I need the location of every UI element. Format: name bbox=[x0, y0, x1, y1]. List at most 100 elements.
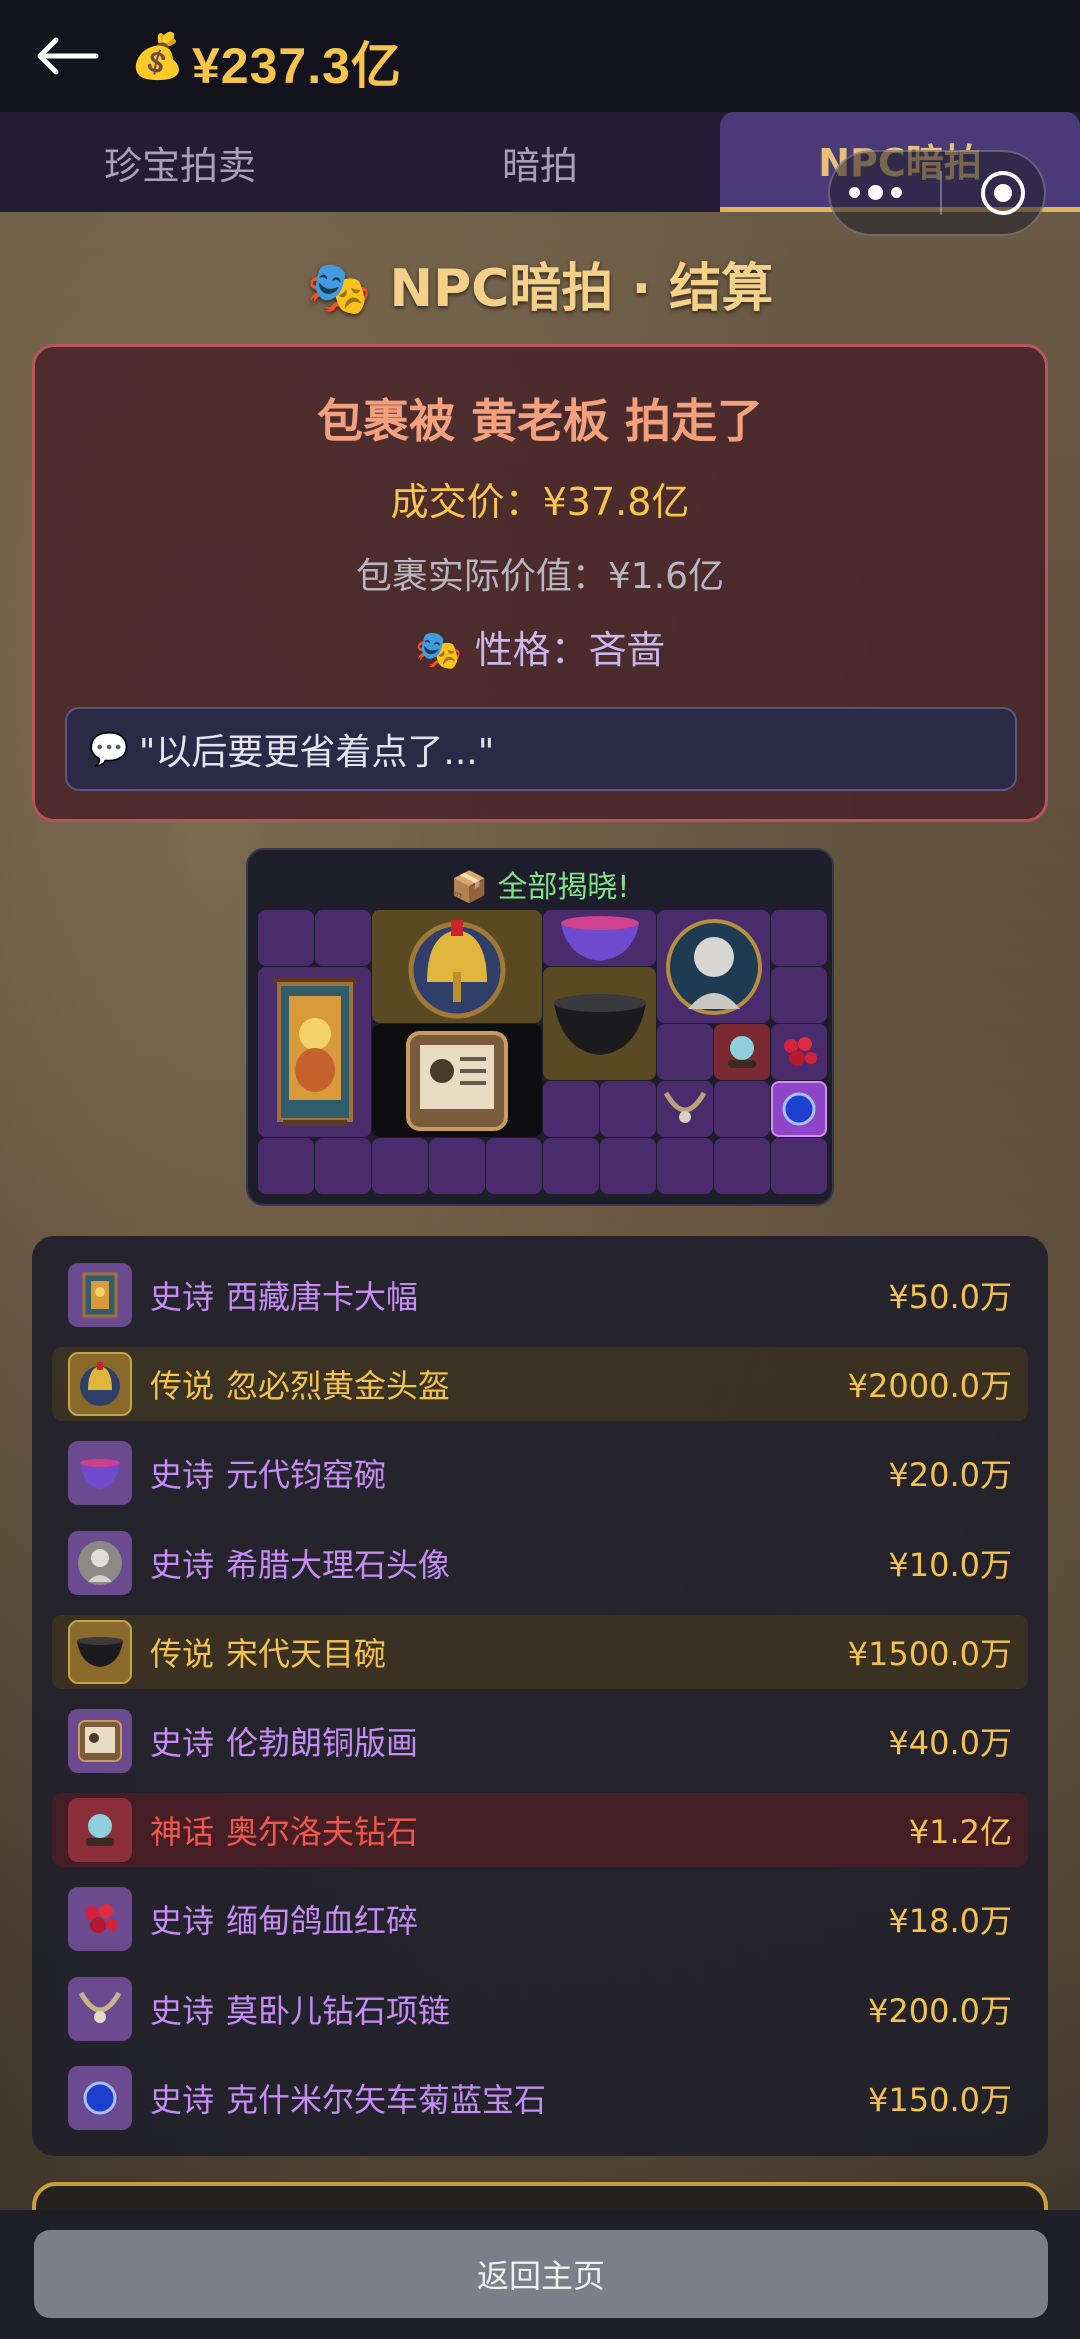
grid-cell bbox=[771, 1138, 827, 1194]
item-name: 史诗 克什米尔矢车菊蓝宝石 bbox=[150, 2075, 868, 2121]
item-name: 传说 宋代天目碗 bbox=[150, 1629, 848, 1675]
grid-cell bbox=[486, 1138, 542, 1194]
page-title: 🎭 NPC暗拍 · 结算 bbox=[0, 246, 1080, 321]
etching-icon bbox=[372, 1024, 542, 1137]
npc-trait-text: 性格：吝啬 bbox=[474, 628, 665, 672]
item-name: 传说 忽必烈黄金头盔 bbox=[150, 1361, 848, 1407]
item-tier: 传说 bbox=[150, 1634, 215, 1673]
list-item[interactable]: 史诗 伦勃朗铜版画 ¥40.0万 bbox=[52, 1704, 1028, 1778]
list-item[interactable]: 史诗 缅甸鸽血红碎 ¥18.0万 bbox=[52, 1882, 1028, 1956]
item-tier: 史诗 bbox=[150, 1545, 215, 1584]
item-name-text: 西藏唐卡大幅 bbox=[226, 1278, 419, 1316]
item-price: ¥50.0万 bbox=[888, 1278, 1012, 1316]
page-title-text: NPC暗拍 · 结算 bbox=[389, 259, 774, 319]
package-icon: 📦 bbox=[450, 870, 488, 905]
result-title: 包裹被 黄老板 拍走了 bbox=[316, 394, 764, 448]
item-price: ¥1500.0万 bbox=[847, 1634, 1012, 1673]
grid-cell bbox=[600, 1081, 656, 1137]
item-name-text: 忽必烈黄金头盔 bbox=[226, 1367, 451, 1406]
item-price: ¥200.0万 bbox=[868, 1991, 1012, 2030]
list-item[interactable]: 史诗 克什米尔矢车菊蓝宝石 ¥150.0万 bbox=[52, 2061, 1028, 2135]
grid-cell bbox=[315, 1138, 371, 1194]
item-price: ¥18.0万 bbox=[888, 1902, 1012, 1941]
npc-quote: 💬 "以后要更省着点了..." bbox=[65, 707, 1017, 791]
bowl-icon bbox=[543, 910, 656, 966]
top-bar: 💰 ¥237.3亿 bbox=[0, 0, 1080, 112]
item-price: ¥20.0万 bbox=[888, 1456, 1012, 1495]
item-name: 史诗 希腊大理石头像 bbox=[150, 1540, 888, 1586]
capsule-divider bbox=[940, 171, 943, 215]
ruby-icon bbox=[771, 1024, 827, 1080]
list-item[interactable]: 史诗 希腊大理石头像 ¥10.0万 bbox=[52, 1526, 1028, 1600]
black-bowl-icon bbox=[543, 967, 656, 1080]
necklace-icon bbox=[68, 1976, 132, 2041]
item-name-text: 伦勃朗铜版画 bbox=[226, 1724, 419, 1762]
item-tier: 史诗 bbox=[150, 1456, 215, 1495]
grid-cell bbox=[771, 967, 827, 1023]
item-tier: 传说 bbox=[150, 1367, 215, 1406]
item-price: ¥40.0万 bbox=[888, 1724, 1012, 1762]
item-name-text: 克什米尔矢车菊蓝宝石 bbox=[226, 2080, 547, 2119]
grid-cell bbox=[258, 1138, 314, 1194]
grid-cell bbox=[714, 1081, 770, 1137]
list-item[interactable]: 史诗 西藏唐卡大幅 ¥50.0万 bbox=[52, 1258, 1028, 1332]
necklace-icon bbox=[657, 1081, 713, 1137]
list-item[interactable]: 神话 奥尔洛夫钻石 ¥1.2亿 bbox=[52, 1793, 1028, 1868]
item-tier: 史诗 bbox=[150, 1278, 215, 1316]
grid-cell bbox=[258, 910, 314, 966]
grid-cell bbox=[657, 1138, 713, 1194]
grid-cell bbox=[771, 910, 827, 966]
item-tier: 史诗 bbox=[150, 2080, 215, 2119]
reveal-panel: 📦 全部揭晓! bbox=[246, 848, 834, 1206]
grid-cell bbox=[543, 1138, 599, 1194]
grid-cell bbox=[714, 1138, 770, 1194]
diamond-icon bbox=[68, 1798, 132, 1863]
etching-icon bbox=[68, 1709, 132, 1773]
item-name-text: 希腊大理石头像 bbox=[226, 1545, 451, 1584]
helmet-icon bbox=[372, 910, 542, 1023]
item-name: 史诗 缅甸鸽血红碎 bbox=[150, 1896, 888, 1942]
money-bag-icon: 💰 bbox=[130, 31, 185, 82]
back-arrow-icon[interactable] bbox=[34, 36, 100, 76]
item-tier: 史诗 bbox=[150, 1902, 215, 1941]
close-target-icon[interactable] bbox=[980, 171, 1025, 215]
item-name-text: 莫卧儿钻石项链 bbox=[226, 1991, 451, 2030]
result-card: 包裹被 黄老板 拍走了 成交价：¥37.8亿 包裹实际价值：¥1.6亿 🎭 性格… bbox=[32, 344, 1048, 822]
actual-value: 包裹实际价值：¥1.6亿 bbox=[355, 556, 725, 597]
grid-cell bbox=[315, 910, 371, 966]
list-item[interactable]: 史诗 元代钧窑碗 ¥20.0万 bbox=[52, 1436, 1028, 1510]
grid-cell bbox=[543, 1081, 599, 1137]
sapphire-icon bbox=[771, 1081, 827, 1137]
diamond-icon bbox=[714, 1024, 770, 1080]
item-list: 史诗 西藏唐卡大幅 ¥50.0万 传说 忽必烈黄金头盔 ¥2000.0万 史诗 元代钧窑碗 ¥2… bbox=[32, 1236, 1048, 2156]
npc-quote-text: "以后要更省着点了..." bbox=[138, 732, 495, 773]
list-item[interactable]: 传说 忽必烈黄金头盔 ¥2000.0万 bbox=[52, 1347, 1028, 1422]
speech-bubble-icon: 💬 bbox=[89, 730, 129, 768]
bust-icon bbox=[68, 1530, 132, 1595]
black-bowl-icon bbox=[68, 1619, 132, 1684]
item-name: 史诗 西藏唐卡大幅 bbox=[150, 1272, 888, 1318]
return-home-button[interactable]: 返回主页 bbox=[34, 2230, 1048, 2318]
item-name: 史诗 伦勃朗铜版画 bbox=[150, 1718, 888, 1764]
item-name: 史诗 莫卧儿钻石项链 bbox=[150, 1986, 868, 2032]
sapphire-icon bbox=[68, 2065, 132, 2130]
item-price: ¥150.0万 bbox=[868, 2080, 1012, 2119]
list-item[interactable]: 传说 宋代天目碗 ¥1500.0万 bbox=[52, 1614, 1028, 1689]
money-balance: ¥237.3亿 bbox=[192, 38, 402, 94]
npc-trait: 🎭 性格：吝啬 bbox=[35, 619, 1045, 674]
item-name-text: 元代钧窑碗 bbox=[226, 1456, 387, 1495]
grid-cell bbox=[600, 1138, 656, 1194]
item-name: 史诗 元代钧窑碗 bbox=[150, 1450, 888, 1496]
tab-blind-auction[interactable]: 暗拍 bbox=[360, 112, 720, 212]
grid-cell bbox=[657, 1024, 713, 1080]
more-dots-icon[interactable] bbox=[849, 184, 903, 200]
masks-icon: 🎭 bbox=[306, 259, 372, 319]
bowl-icon bbox=[68, 1441, 132, 1506]
thangka-icon bbox=[258, 967, 371, 1137]
deal-price: 成交价：¥37.8亿 bbox=[390, 480, 690, 524]
helmet-icon bbox=[68, 1352, 132, 1417]
tab-treasure-auction[interactable]: 珍宝拍卖 bbox=[0, 112, 360, 212]
item-name-text: 宋代天目碗 bbox=[226, 1634, 387, 1673]
item-name-text: 缅甸鸽血红碎 bbox=[226, 1902, 419, 1941]
list-item[interactable]: 史诗 莫卧儿钻石项链 ¥200.0万 bbox=[52, 1972, 1028, 2046]
